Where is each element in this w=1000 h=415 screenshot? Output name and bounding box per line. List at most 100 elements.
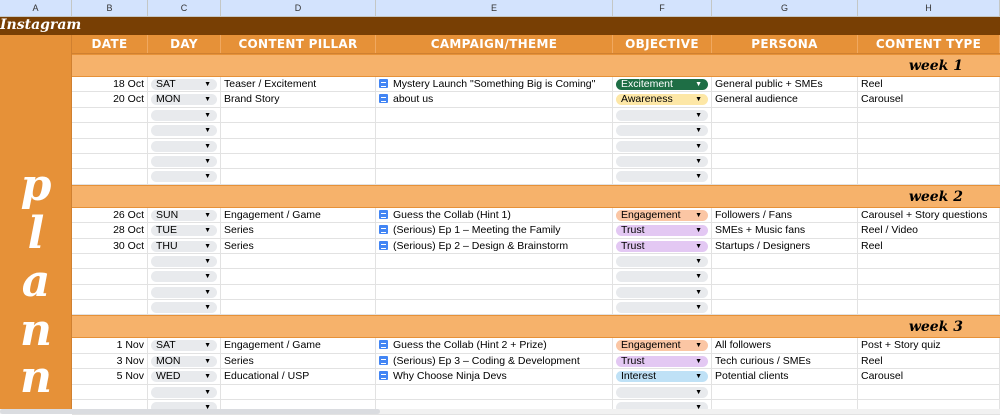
content-type-cell[interactable]: Reel [858,77,1000,92]
objective-cell[interactable]: Trust ▼ [613,223,712,238]
campaign-cell[interactable] [376,153,613,169]
day-dropdown[interactable]: MON ▼ [151,94,217,106]
content-type-cell[interactable] [858,384,1000,400]
day-dropdown[interactable]: ▼ [151,109,217,121]
horizontal-scrollbar[interactable] [0,409,1000,414]
scrollbar-thumb[interactable] [0,409,380,414]
persona-cell[interactable] [712,123,858,138]
content-type-cell[interactable]: Carousel [858,92,1000,107]
persona-cell[interactable] [712,138,858,153]
persona-cell[interactable] [712,153,858,169]
pillar-cell[interactable]: Series [221,353,376,369]
column-header-f[interactable]: F [613,0,712,16]
column-header-h[interactable]: H [858,0,1000,16]
column-header-e[interactable]: E [376,0,613,16]
content-type-cell[interactable] [858,123,1000,138]
content-type-cell[interactable] [858,253,1000,269]
objective-dropdown[interactable]: Excitement ▼ [616,79,708,90]
pillar-cell[interactable]: Teaser / Excitement [221,77,376,92]
pillar-cell[interactable] [221,253,376,269]
objective-dropdown[interactable]: ▼ [616,271,708,283]
doc-link-icon[interactable] [379,225,388,235]
content-type-cell[interactable] [858,269,1000,284]
day-cell[interactable]: SAT ▼ [148,77,221,92]
persona-cell[interactable] [712,253,858,269]
day-dropdown[interactable]: ▼ [151,302,217,314]
objective-cell[interactable]: ▼ [613,253,712,269]
doc-link-icon[interactable] [379,355,388,365]
objective-cell[interactable]: Trust ▼ [613,238,712,253]
campaign-cell[interactable]: (Serious) Ep 1 – Meeting the Family [376,223,613,238]
objective-cell[interactable]: Engagement ▼ [613,338,712,353]
day-cell[interactable]: WED ▼ [148,369,221,384]
day-dropdown[interactable]: ▼ [151,171,217,183]
persona-cell[interactable]: Startups / Designers [712,238,858,253]
doc-link-icon[interactable] [379,209,388,219]
pillar-cell[interactable] [221,153,376,169]
day-dropdown[interactable]: ▼ [151,255,217,267]
doc-link-icon[interactable] [379,371,388,381]
campaign-cell[interactable]: (Serious) Ep 3 – Coding & Development [376,353,613,369]
content-type-cell[interactable]: Reel [858,238,1000,253]
pillar-cell[interactable] [221,300,376,315]
pillar-cell[interactable] [221,107,376,123]
objective-cell[interactable]: ▼ [613,138,712,153]
objective-cell[interactable]: ▼ [613,269,712,284]
objective-dropdown[interactable]: Engagement ▼ [616,209,708,221]
date-cell[interactable] [72,123,148,138]
persona-cell[interactable]: Potential clients [712,369,858,384]
objective-dropdown[interactable]: ▼ [616,255,708,267]
persona-cell[interactable]: All followers [712,338,858,353]
day-cell[interactable]: ▼ [148,384,221,400]
content-type-cell[interactable] [858,284,1000,300]
objective-cell[interactable]: ▼ [613,169,712,184]
day-cell[interactable]: ▼ [148,284,221,300]
objective-cell[interactable]: ▼ [613,300,712,315]
objective-dropdown[interactable]: ▼ [616,386,708,398]
day-dropdown[interactable]: TUE ▼ [151,225,217,237]
objective-cell[interactable]: Awareness ▼ [613,92,712,107]
persona-cell[interactable] [712,384,858,400]
objective-cell[interactable]: ▼ [613,153,712,169]
persona-cell[interactable]: Followers / Fans [712,207,858,223]
pillar-cell[interactable] [221,138,376,153]
day-dropdown[interactable]: ▼ [151,271,217,283]
date-cell[interactable]: 20 Oct [72,92,148,107]
day-dropdown[interactable]: ▼ [151,155,217,167]
day-cell[interactable]: ▼ [148,107,221,123]
objective-cell[interactable]: Engagement ▼ [613,207,712,223]
campaign-cell[interactable] [376,284,613,300]
pillar-cell[interactable]: Series [221,223,376,238]
pillar-cell[interactable]: Educational / USP [221,369,376,384]
pillar-cell[interactable] [221,269,376,284]
pillar-cell[interactable]: Series [221,238,376,253]
objective-cell[interactable]: ▼ [613,384,712,400]
content-type-cell[interactable] [858,169,1000,184]
date-cell[interactable]: 28 Oct [72,223,148,238]
day-dropdown[interactable]: SAT ▼ [151,340,217,352]
date-cell[interactable] [72,269,148,284]
day-dropdown[interactable]: WED ▼ [151,371,217,383]
content-type-cell[interactable] [858,153,1000,169]
date-cell[interactable]: 1 Nov [72,338,148,353]
campaign-cell[interactable] [376,107,613,123]
content-type-cell[interactable] [858,300,1000,315]
date-cell[interactable] [72,107,148,123]
day-dropdown[interactable]: ▼ [151,286,217,298]
objective-cell[interactable]: Trust ▼ [613,353,712,369]
objective-dropdown[interactable]: Trust ▼ [616,225,708,237]
campaign-cell[interactable] [376,138,613,153]
column-header-c[interactable]: C [148,0,221,16]
day-cell[interactable]: THU ▼ [148,238,221,253]
content-type-cell[interactable]: Carousel + Story questions [858,207,1000,223]
objective-dropdown[interactable]: ▼ [616,286,708,298]
objective-dropdown[interactable]: Interest ▼ [616,371,708,383]
campaign-cell[interactable]: Why Choose Ninja Devs [376,369,613,384]
date-cell[interactable]: 5 Nov [72,369,148,384]
day-cell[interactable]: ▼ [148,253,221,269]
campaign-cell[interactable]: Guess the Collab (Hint 1) [376,207,613,223]
objective-dropdown[interactable]: Awareness ▼ [616,94,708,106]
pillar-cell[interactable]: Engagement / Game [221,338,376,353]
campaign-cell[interactable] [376,253,613,269]
date-cell[interactable] [72,169,148,184]
